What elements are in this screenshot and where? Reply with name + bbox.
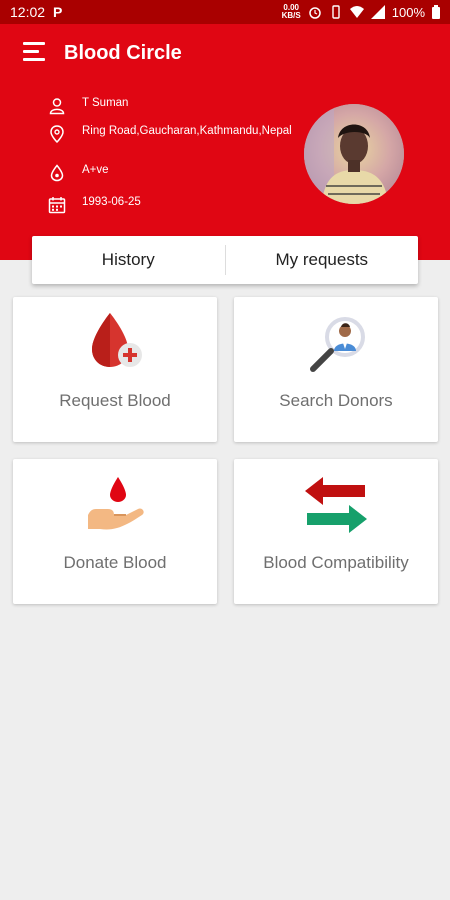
search-donors-card[interactable]: Search Donors: [234, 297, 438, 442]
request-blood-label: Request Blood: [59, 391, 171, 410]
profile-blood-group-row: A+ve: [48, 164, 292, 182]
profile-name-row: T Suman: [48, 97, 292, 115]
location-icon: [50, 125, 64, 143]
battery-level: 100%: [391, 4, 425, 20]
search-donor-icon: [310, 317, 365, 372]
donate-blood-card[interactable]: Donate Blood: [13, 459, 217, 604]
profile-address: Ring Road,Gaucharan,Kathmandu,Nepal: [82, 125, 292, 137]
donate-blood-label: Donate Blood: [63, 553, 167, 572]
blood-drop-icon: [50, 164, 64, 182]
status-time: 12:02: [10, 4, 46, 20]
tab-my-requests[interactable]: My requests: [226, 236, 419, 284]
wifi-icon: [349, 6, 364, 18]
status-bar: 12:02 P 0.00 KB/S 100%: [0, 0, 450, 24]
signal-icon: [370, 5, 385, 19]
calendar-icon: [48, 197, 66, 214]
blood-drop-plus-icon: [92, 313, 142, 367]
profile-name: T Suman: [82, 97, 129, 109]
tab-bar: History My requests: [32, 236, 418, 284]
profile-blood-group: A+ve: [82, 164, 109, 176]
profile-dob: 1993-06-25: [82, 196, 141, 208]
menu-icon[interactable]: [23, 40, 49, 66]
avatar[interactable]: [304, 104, 404, 204]
blood-compatibility-card[interactable]: Blood Compatibility: [234, 459, 438, 604]
request-blood-card[interactable]: Request Blood: [13, 297, 217, 442]
user-icon: [49, 98, 65, 115]
profile-dob-row: 1993-06-25: [48, 196, 292, 214]
app-title: Blood Circle: [64, 42, 182, 64]
notification-icon: P: [53, 4, 63, 20]
exchange-arrows-icon: [305, 477, 367, 533]
blood-compatibility-label: Blood Compatibility: [263, 553, 409, 572]
search-donors-label: Search Donors: [279, 391, 393, 410]
alarm-icon: [309, 7, 321, 19]
vibrate-icon: [332, 5, 340, 19]
donate-hand-icon: [88, 477, 144, 530]
tab-history[interactable]: History: [32, 236, 225, 284]
profile-header: Blood Circle T Suman Ring Road,Gaucharan…: [0, 24, 450, 260]
profile-address-row: Ring Road,Gaucharan,Kathmandu,Nepal: [48, 125, 292, 143]
net-speed: 0.00 KB/S: [281, 3, 301, 20]
battery-icon: [432, 5, 440, 19]
